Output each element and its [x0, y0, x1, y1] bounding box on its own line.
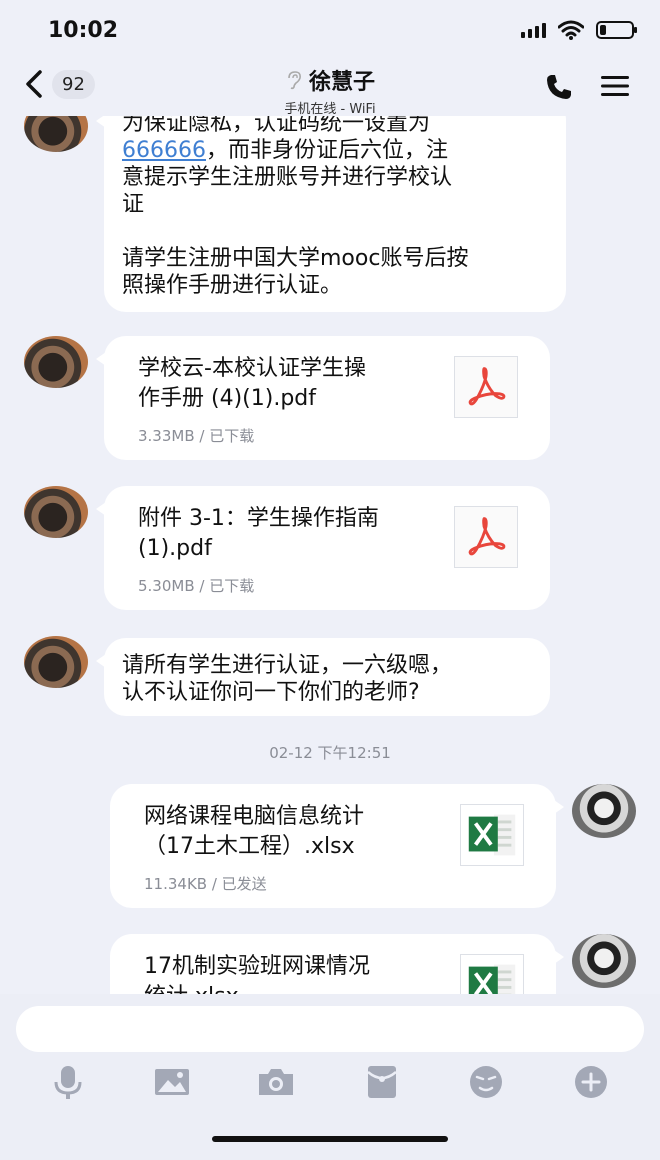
camera-icon[interactable]	[256, 1062, 296, 1102]
message-text: 为保证隐私，认证码统一设置为 666666，而非身份证后六位，注 意提示学生注册…	[122, 116, 469, 298]
wifi-icon	[558, 20, 584, 40]
avatar[interactable]	[24, 336, 88, 388]
pdf-icon	[454, 356, 518, 418]
file-meta: 3.33MB / 已下载	[138, 427, 255, 445]
microphone-icon[interactable]	[48, 1062, 88, 1102]
menu-icon[interactable]	[600, 74, 630, 98]
status-bar: 10:02	[0, 0, 660, 60]
battery-icon	[596, 21, 637, 39]
status-icons	[521, 20, 637, 40]
phone-icon[interactable]	[544, 72, 574, 102]
timestamp: 02-12 下午12:51	[269, 744, 391, 762]
message-text: 请所有学生进行认证，一六级嗯， 认不认证你问一下你们的老师?	[122, 653, 453, 705]
contact-name: 徐慧子	[308, 70, 375, 95]
xlsx-icon	[460, 804, 524, 866]
message-bubble[interactable]: 为保证隐私，认证码统一设置为 666666，而非身份证后六位，注 意提示学生注册…	[96, 116, 566, 312]
pdf-icon	[454, 506, 518, 568]
file-message[interactable]: 学校云-本校认证学生操 作手册 (4)(1).pdf 3.33MB / 已下载	[96, 336, 550, 460]
file-message[interactable]: 网络课程电脑信息统计 （17土木工程）.xlsx 11.34KB / 已发送	[110, 784, 564, 908]
avatar[interactable]	[24, 116, 88, 152]
avatar[interactable]	[24, 486, 88, 538]
file-name: 网络课程电脑信息统计 （17土木工程）.xlsx	[144, 804, 365, 859]
avatar[interactable]	[24, 636, 88, 688]
signal-icon	[521, 22, 546, 38]
home-indicator	[212, 1136, 448, 1142]
input-toolbar	[0, 1062, 660, 1106]
red-packet-icon[interactable]	[362, 1062, 402, 1102]
avatar[interactable]	[572, 934, 636, 988]
file-meta: 11.34KB / 已发送	[144, 875, 267, 893]
file-message[interactable]: 17机制实验班网课情况统计.xlsx	[110, 934, 564, 994]
file-message[interactable]: 附件 3-1：学生操作指南 (1).pdf 5.30MB / 已下载	[96, 486, 550, 610]
plus-icon[interactable]	[571, 1062, 611, 1102]
code-link[interactable]: 666666	[122, 138, 206, 163]
message-list[interactable]: 为保证隐私，认证码统一设置为 666666，而非身份证后六位，注 意提示学生注册…	[0, 116, 660, 994]
avatar[interactable]	[572, 784, 636, 838]
input-area	[0, 994, 660, 1160]
file-name: 学校云-本校认证学生操 作手册 (4)(1).pdf	[138, 356, 366, 411]
chat-header: 92 徐慧子 手机在线 - WiFi	[0, 60, 660, 117]
image-icon[interactable]	[152, 1062, 192, 1102]
file-name: 附件 3-1：学生操作指南 (1).pdf	[138, 506, 379, 561]
message-input[interactable]	[16, 1006, 644, 1052]
xlsx-icon	[460, 954, 524, 994]
ear-icon	[288, 71, 301, 90]
emoji-icon[interactable]	[466, 1062, 506, 1102]
file-meta: 5.30MB / 已下载	[138, 577, 255, 595]
status-time: 10:02	[48, 18, 119, 43]
file-name: 17机制实验班网课情况统计.xlsx	[144, 954, 370, 994]
message-bubble[interactable]: 请所有学生进行认证，一六级嗯， 认不认证你问一下你们的老师?	[96, 638, 550, 716]
battery-fill	[600, 25, 606, 35]
